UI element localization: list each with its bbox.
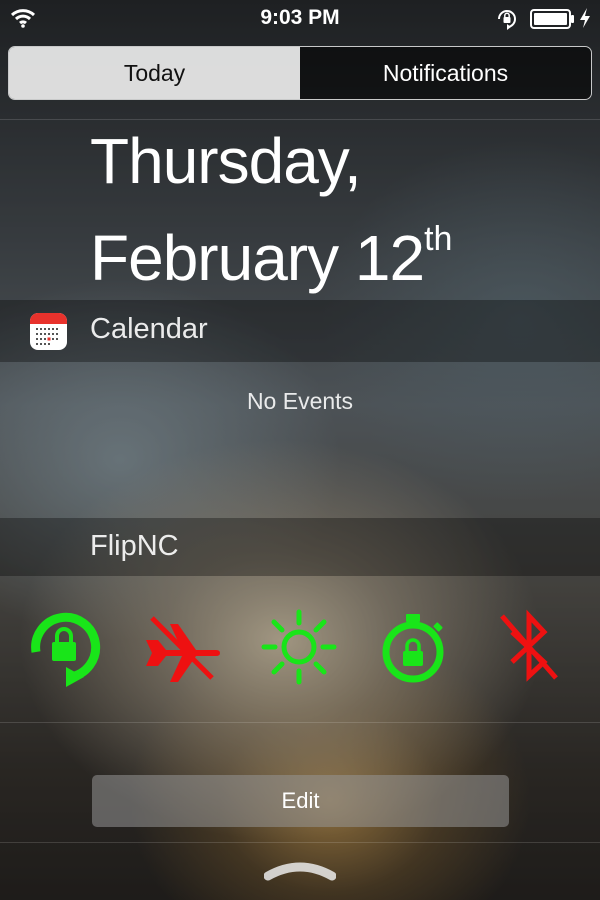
calendar-app-icon xyxy=(30,313,67,350)
edit-button[interactable]: Edit xyxy=(92,775,509,827)
divider xyxy=(0,842,600,843)
divider xyxy=(0,119,600,120)
rotation-lock-status-icon xyxy=(498,10,516,30)
date-month-day: February 12th xyxy=(90,200,452,297)
charging-icon xyxy=(580,8,590,28)
today-notifications-tabs: Today Notifications xyxy=(8,46,592,100)
date-ordinal-suffix: th xyxy=(424,220,453,258)
flipnc-toggles xyxy=(0,604,600,690)
divider xyxy=(0,722,600,723)
battery-icon xyxy=(530,9,574,29)
tab-notifications[interactable]: Notifications xyxy=(300,47,591,99)
rotation-lock-icon xyxy=(31,612,101,687)
status-bar: 9:03 PM xyxy=(0,0,600,38)
tab-today[interactable]: Today xyxy=(9,47,300,99)
toggle-rotation-lock[interactable] xyxy=(22,604,108,690)
today-date: Thursday, February 12th xyxy=(90,122,452,297)
auto-lock-timer-icon xyxy=(382,614,444,683)
flipnc-title: FlipNC xyxy=(90,530,179,562)
close-handle-icon[interactable] xyxy=(264,858,336,882)
date-month-day-text: February 12 xyxy=(90,222,425,294)
toggle-bluetooth[interactable] xyxy=(486,604,572,690)
calendar-no-events: No Events xyxy=(246,388,354,414)
date-weekday: Thursday, xyxy=(90,125,362,197)
brightness-icon xyxy=(261,609,337,685)
toggle-airplane-mode[interactable] xyxy=(140,604,226,690)
airplane-mode-icon xyxy=(146,616,220,682)
bluetooth-icon xyxy=(500,609,558,682)
toggle-brightness[interactable] xyxy=(256,604,342,690)
calendar-title: Calendar xyxy=(90,313,208,345)
toggle-auto-lock[interactable] xyxy=(370,604,456,690)
